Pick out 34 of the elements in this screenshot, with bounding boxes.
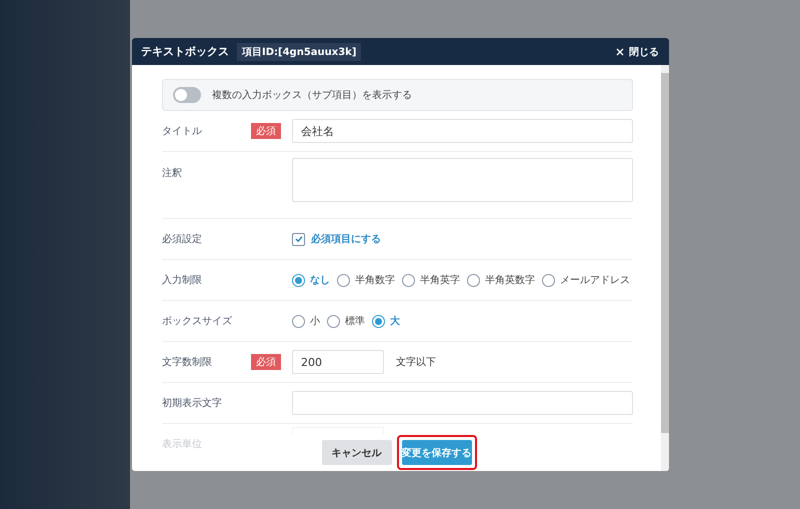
radio-option[interactable]: 半角英字 (402, 273, 460, 287)
close-button[interactable]: 閉じる (616, 44, 659, 58)
radio-option[interactable]: なし (292, 273, 330, 287)
toggle-switch[interactable] (173, 87, 201, 103)
text-field[interactable]: 200 (292, 350, 384, 374)
radio-option[interactable]: 標準 (327, 314, 365, 328)
required-badge: 必須 (251, 123, 281, 139)
checkbox-label[interactable]: 必須項目にする (311, 232, 381, 246)
radio-option[interactable]: メールアドレス (542, 273, 630, 287)
toggle-label: 複数の入力ボックス（サブ項目）を表示する (212, 88, 412, 102)
required-badge: 必須 (251, 354, 281, 370)
field-label: 表示単位 (162, 438, 203, 451)
textarea-field[interactable] (292, 158, 633, 202)
field-label: 文字数制限 (162, 356, 213, 369)
check-icon (294, 235, 302, 243)
scrollbar[interactable] (661, 65, 669, 471)
radio-option[interactable]: 大 (372, 314, 400, 328)
field-label: 初期表示文字 (162, 396, 223, 410)
text-field[interactable] (292, 391, 633, 415)
unit-text: 文字以下 (396, 356, 436, 369)
field-label: ボックスサイズ (162, 315, 233, 328)
field-label: 注釈 (162, 166, 183, 180)
dialog-title: テキストボックス (141, 44, 229, 59)
radio-option[interactable]: 半角英数字 (467, 273, 535, 287)
radio-option[interactable]: 小 (292, 314, 320, 328)
cancel-button[interactable]: キャンセル (322, 440, 392, 465)
item-id-tag: 項目ID:[4gn5auux3k] (237, 42, 362, 60)
text-field[interactable]: 会社名 (292, 119, 633, 143)
close-icon (616, 48, 624, 56)
radio-option[interactable]: 半角数字 (337, 273, 395, 287)
field-label: タイトル (162, 125, 203, 138)
checkbox[interactable] (292, 232, 305, 246)
field-label: 入力制限 (162, 274, 203, 287)
field-label: 必須設定 (162, 232, 203, 246)
